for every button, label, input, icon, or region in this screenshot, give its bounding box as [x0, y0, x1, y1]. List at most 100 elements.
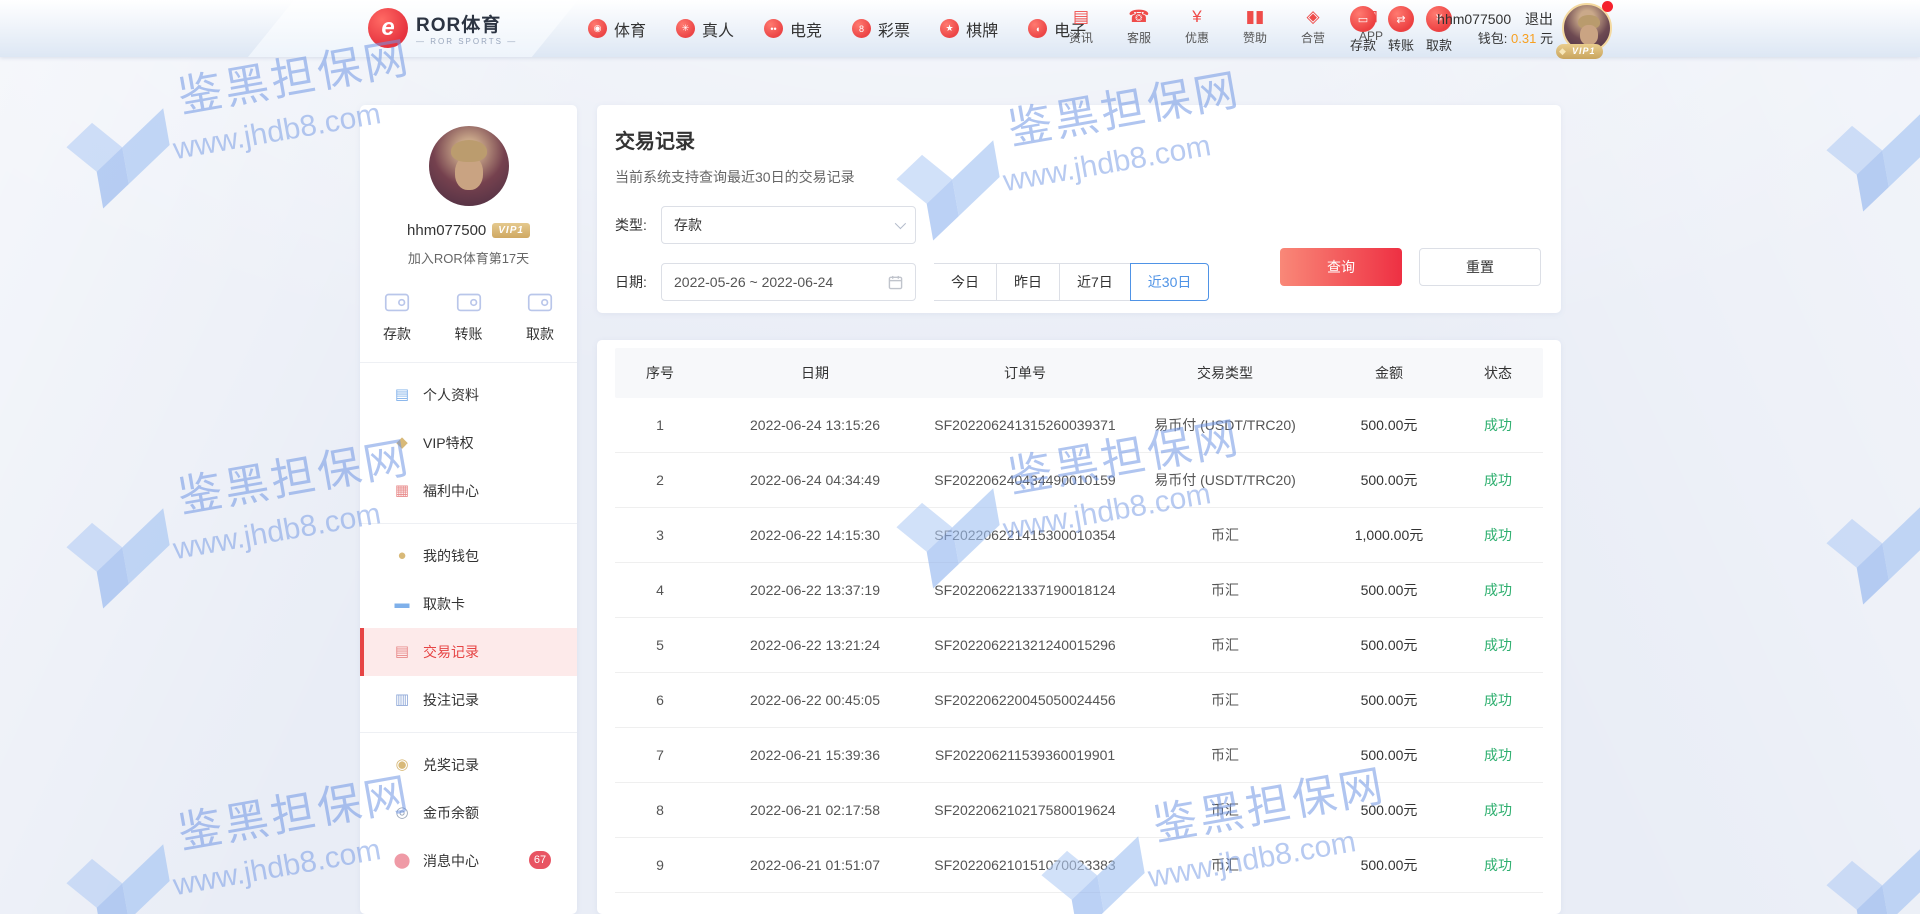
wallet-label: 钱包: — [1478, 31, 1508, 46]
utility-item[interactable]: ¥ 优惠 — [1179, 7, 1215, 46]
cell-status: 成功 — [1453, 690, 1543, 710]
cell-date: 2022-06-24 04:34:49 — [705, 472, 925, 488]
nav-item-icon: ◖ — [1028, 19, 1047, 38]
sidebar-menu-item[interactable]: ◎ 金币余额 — [360, 789, 577, 837]
quick-action[interactable]: 存款 — [382, 287, 412, 344]
menu-item-icon: ▬ — [393, 595, 411, 613]
sidebar-menu-item[interactable]: ▦ 福利中心 — [360, 467, 577, 515]
reset-button[interactable]: 重置 — [1419, 248, 1541, 286]
money-action[interactable]: ▭ 存款 — [1348, 6, 1378, 54]
calendar-icon — [888, 275, 903, 290]
cell-index: 6 — [615, 692, 705, 708]
utility-nav: ▤ 资讯 ☎ 客服 ¥ 优惠 ▮▮ 赞助 ◈ 合营 — [1063, 7, 1389, 46]
header-avatar[interactable]: VIP1 — [1562, 3, 1612, 53]
menu-item-icon: ◉ — [393, 756, 411, 774]
range-shortcut-button[interactable]: 今日 — [934, 263, 997, 301]
sidebar-menu-item[interactable]: ▥ 投注记录 — [360, 676, 577, 724]
profile-block: hhm077500 VIP1 加入ROR体育第17天 — [360, 105, 577, 267]
nav-item-icon: •• — [764, 19, 783, 38]
quick-action[interactable]: 取款 — [525, 287, 555, 344]
utility-icon: ▤ — [1073, 7, 1089, 27]
menu-group-misc: ◉ 兑奖记录 ◎ 金币余额 ⬤ 消息中心 67 — [360, 733, 577, 893]
quick-action-icon — [525, 287, 555, 317]
sidebar: hhm077500 VIP1 加入ROR体育第17天 存款 转账 — [360, 105, 577, 914]
menu-item-label: 取款卡 — [423, 594, 465, 614]
type-select[interactable]: 存款 — [661, 206, 916, 244]
sidebar-menu-item[interactable]: ▤ 个人资料 — [360, 371, 577, 419]
nav-item-icon: 8 — [852, 19, 871, 38]
utility-icon: ◈ — [1306, 7, 1319, 27]
cell-amount: 500.00元 — [1325, 635, 1453, 655]
cell-amount: 500.00元 — [1325, 470, 1453, 490]
nav-item-label: 体育 — [614, 17, 646, 41]
menu-item-label: 投注记录 — [423, 690, 479, 710]
query-button[interactable]: 查询 — [1280, 248, 1402, 286]
quick-action[interactable]: 转账 — [454, 287, 484, 344]
menu-item-icon: ▤ — [393, 643, 411, 661]
vip-badge: VIP1 — [1556, 44, 1603, 59]
cell-date: 2022-06-24 13:15:26 — [705, 417, 925, 433]
utility-item[interactable]: ▤ 资讯 — [1063, 7, 1099, 46]
nav-item[interactable]: 8 彩票 — [852, 17, 910, 41]
watermark-check-logo-icon — [1811, 830, 1920, 914]
utility-item[interactable]: ☎ 客服 — [1121, 7, 1157, 46]
site-logo[interactable]: e ROR体育 — ROR SPORTS — — [368, 8, 517, 48]
cell-index: 2 — [615, 472, 705, 488]
utility-label: 赞助 — [1243, 29, 1267, 46]
cell-status: 成功 — [1453, 635, 1543, 655]
cell-date: 2022-06-22 14:15:30 — [705, 527, 925, 543]
utility-icon: ☎ — [1128, 7, 1149, 27]
date-range-input[interactable]: 2022-05-26 ~ 2022-06-24 — [661, 263, 916, 301]
table-row[interactable]: 9 2022-06-21 01:51:07 SF2022062101510700… — [615, 838, 1543, 893]
menu-group-wallet: ● 我的钱包 ▬ 取款卡 ▤ 交易记录 ▥ 投注记录 — [360, 524, 577, 733]
sidebar-menu-item[interactable]: ⬤ 消息中心 67 — [360, 837, 577, 885]
sidebar-menu-item[interactable]: ● 我的钱包 — [360, 532, 577, 580]
sidebar-menu-item[interactable]: ▬ 取款卡 — [360, 580, 577, 628]
sidebar-menu-item[interactable]: ▤ 交易记录 — [360, 628, 577, 676]
watermark-check-logo-icon — [1811, 95, 1920, 218]
main-nav: ◉ 体育 ✳ 真人 •• 电竞 8 彩票 ★ 棋牌 — [588, 0, 1086, 57]
date-label: 日期: — [615, 272, 661, 292]
nav-item[interactable]: •• 电竞 — [764, 17, 822, 41]
money-action[interactable]: ⇄ 转账 — [1386, 6, 1416, 54]
table-row[interactable]: 4 2022-06-22 13:37:19 SF2022062213371900… — [615, 563, 1543, 618]
cell-date: 2022-06-21 02:17:58 — [705, 802, 925, 818]
cell-transaction-type: 易币付 (USDT/TRC20) — [1125, 415, 1325, 435]
nav-item-label: 真人 — [702, 17, 734, 41]
table-row[interactable]: 1 2022-06-24 13:15:26 SF2022062413152600… — [615, 398, 1543, 453]
chevron-down-icon — [895, 218, 906, 229]
table-row[interactable]: 3 2022-06-22 14:15:30 SF2022062214153000… — [615, 508, 1543, 563]
nav-item[interactable]: ✳ 真人 — [676, 17, 734, 41]
quick-action-label: 存款 — [383, 324, 411, 344]
utility-item[interactable]: ◈ 合营 — [1295, 7, 1331, 46]
nav-item-icon: ★ — [940, 19, 959, 38]
cell-transaction-type: 币汇 — [1125, 580, 1325, 600]
nav-item[interactable]: ★ 棋牌 — [940, 17, 998, 41]
logout-link[interactable]: 退出 — [1525, 11, 1553, 27]
table-row[interactable]: 8 2022-06-21 02:17:58 SF2022062102175800… — [615, 783, 1543, 838]
range-shortcut-button[interactable]: 近7日 — [1060, 263, 1131, 301]
cell-transaction-type: 易币付 (USDT/TRC20) — [1125, 470, 1325, 490]
table-header-cell: 状态 — [1453, 363, 1543, 383]
cell-order-number: SF202206221337190018124 — [925, 582, 1125, 598]
cell-index: 9 — [615, 857, 705, 873]
table-row[interactable]: 2 2022-06-24 04:34:49 SF2022062404344900… — [615, 453, 1543, 508]
utility-item[interactable]: ▮▮ 赞助 — [1237, 7, 1273, 46]
sidebar-menu-item[interactable]: ◉ 兑奖记录 — [360, 741, 577, 789]
sidebar-menu-item[interactable]: ◆ VIP特权 — [360, 419, 577, 467]
cell-index: 4 — [615, 582, 705, 598]
quick-action-label: 取款 — [526, 324, 554, 344]
range-shortcut-button[interactable]: 近30日 — [1130, 263, 1210, 301]
profile-avatar[interactable] — [429, 126, 509, 206]
nav-item[interactable]: ◉ 体育 — [588, 17, 646, 41]
cell-status: 成功 — [1453, 470, 1543, 490]
table-row[interactable]: 7 2022-06-21 15:39:36 SF2022062115393600… — [615, 728, 1543, 783]
message-count-badge: 67 — [529, 851, 551, 869]
date-range-value: 2022-05-26 ~ 2022-06-24 — [674, 274, 833, 290]
watermark-check-logo-icon — [51, 492, 185, 615]
menu-item-icon: ▥ — [393, 691, 411, 709]
cell-date: 2022-06-22 13:37:19 — [705, 582, 925, 598]
table-row[interactable]: 5 2022-06-22 13:21:24 SF2022062213212400… — [615, 618, 1543, 673]
table-row[interactable]: 6 2022-06-22 00:45:05 SF2022062200450500… — [615, 673, 1543, 728]
range-shortcut-button[interactable]: 昨日 — [997, 263, 1060, 301]
